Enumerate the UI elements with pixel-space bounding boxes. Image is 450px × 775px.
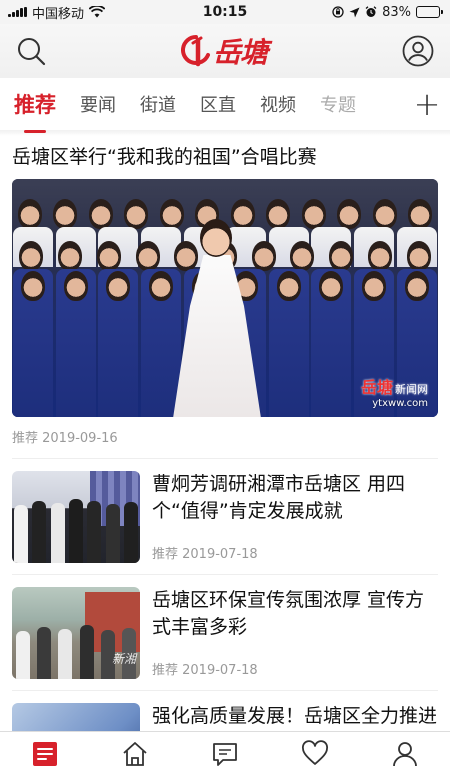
thumbnail-people: [12, 499, 140, 563]
add-channel-button[interactable]: +: [404, 78, 450, 130]
news-title: 岳塘区环保宣传氛围浓厚 宣传方式丰富多彩: [152, 589, 425, 638]
app-header: 岳塘: [0, 24, 450, 78]
tab-district[interactable]: 区直: [200, 91, 236, 117]
tab-headlines[interactable]: 要闻: [80, 91, 116, 117]
status-right: 83%: [332, 4, 443, 20]
tab-messages[interactable]: [203, 734, 247, 774]
signal-icon: [8, 7, 27, 17]
watermark-sub-text: 新闻网: [395, 383, 428, 396]
heart-icon: [302, 739, 328, 765]
news-thumbnail: [12, 471, 140, 563]
soloist-dress: [172, 255, 262, 417]
featured-image[interactable]: 岳塘 新闻网 ytxww.com: [12, 179, 438, 417]
logo-mark-icon: [180, 35, 210, 67]
tab-video[interactable]: 视频: [260, 91, 296, 117]
tab-topics[interactable]: 专题: [320, 91, 356, 117]
chat-icon: [213, 742, 237, 766]
channel-tabs: 推荐 要闻 街道 区直 视频 专题 +: [0, 78, 450, 130]
soloist-head: [200, 219, 232, 257]
carrier-label: 中国移动: [32, 6, 85, 22]
thumbnail-watermark: 新湘: [111, 652, 136, 666]
tab-news[interactable]: [23, 734, 67, 774]
battery-icon: [416, 6, 443, 18]
tab-streets[interactable]: 街道: [140, 91, 176, 117]
search-icon[interactable]: [16, 36, 46, 66]
tab-home[interactable]: [113, 734, 157, 774]
alarm-icon: [365, 6, 377, 17]
featured-title: 岳塘区举行“我和我的祖国”合唱比赛: [12, 146, 317, 168]
news-feed[interactable]: 岳塘区举行“我和我的祖国”合唱比赛 岳塘 新闻网 ytxww.com 推荐 201…: [0, 136, 450, 751]
watermark-logo-text: 岳塘: [360, 378, 393, 397]
featured-article[interactable]: 岳塘区举行“我和我的祖国”合唱比赛 岳塘 新闻网 ytxww.com 推荐 201…: [12, 136, 438, 459]
app-logo: 岳塘: [180, 31, 268, 71]
news-title: 曹炯芳调研湘潭市岳塘区 用四个“值得”肯定发展成就: [152, 473, 406, 522]
watermark-url: ytxww.com: [372, 398, 428, 409]
user-profile-icon[interactable]: [402, 35, 434, 67]
list-item[interactable]: 曹炯芳调研湘潭市岳塘区 用四个“值得”肯定发展成就 推荐 2019-07-18: [12, 459, 438, 575]
location-icon: [349, 7, 360, 17]
image-watermark: 岳塘 新闻网 ytxww.com: [361, 374, 428, 409]
battery-percent: 83%: [382, 4, 411, 20]
news-meta: 推荐 2019-07-18: [152, 663, 258, 678]
news-list-icon: [33, 741, 57, 766]
user-icon: [393, 741, 417, 766]
soloist: [172, 219, 262, 417]
rotation-lock-icon: [332, 6, 344, 18]
plus-icon: +: [413, 85, 441, 123]
wifi-icon: [89, 6, 106, 18]
bottom-tab-bar: [0, 731, 450, 775]
news-thumbnail: 新湘: [12, 587, 140, 679]
tab-recommend[interactable]: 推荐: [14, 89, 56, 119]
watermark-logo: 岳塘 新闻网: [361, 374, 428, 398]
tab-profile[interactable]: [383, 734, 427, 774]
featured-meta: 推荐 2019-09-16: [12, 417, 438, 459]
home-icon: [123, 741, 147, 766]
tab-favorites[interactable]: [293, 734, 337, 774]
logo-text: 岳塘: [212, 36, 268, 69]
news-body: 曹炯芳调研湘潭市岳塘区 用四个“值得”肯定发展成就 推荐 2019-07-18: [152, 471, 438, 562]
list-item[interactable]: 新湘 岳塘区环保宣传氛围浓厚 宣传方式丰富多彩 推荐 2019-07-18: [12, 575, 438, 691]
news-body: 岳塘区环保宣传氛围浓厚 宣传方式丰富多彩 推荐 2019-07-18: [152, 587, 438, 678]
status-bar: 中国移动 10:15 83%: [0, 0, 450, 24]
status-left: 中国移动: [8, 3, 106, 22]
news-meta: 推荐 2019-07-18: [152, 547, 258, 562]
